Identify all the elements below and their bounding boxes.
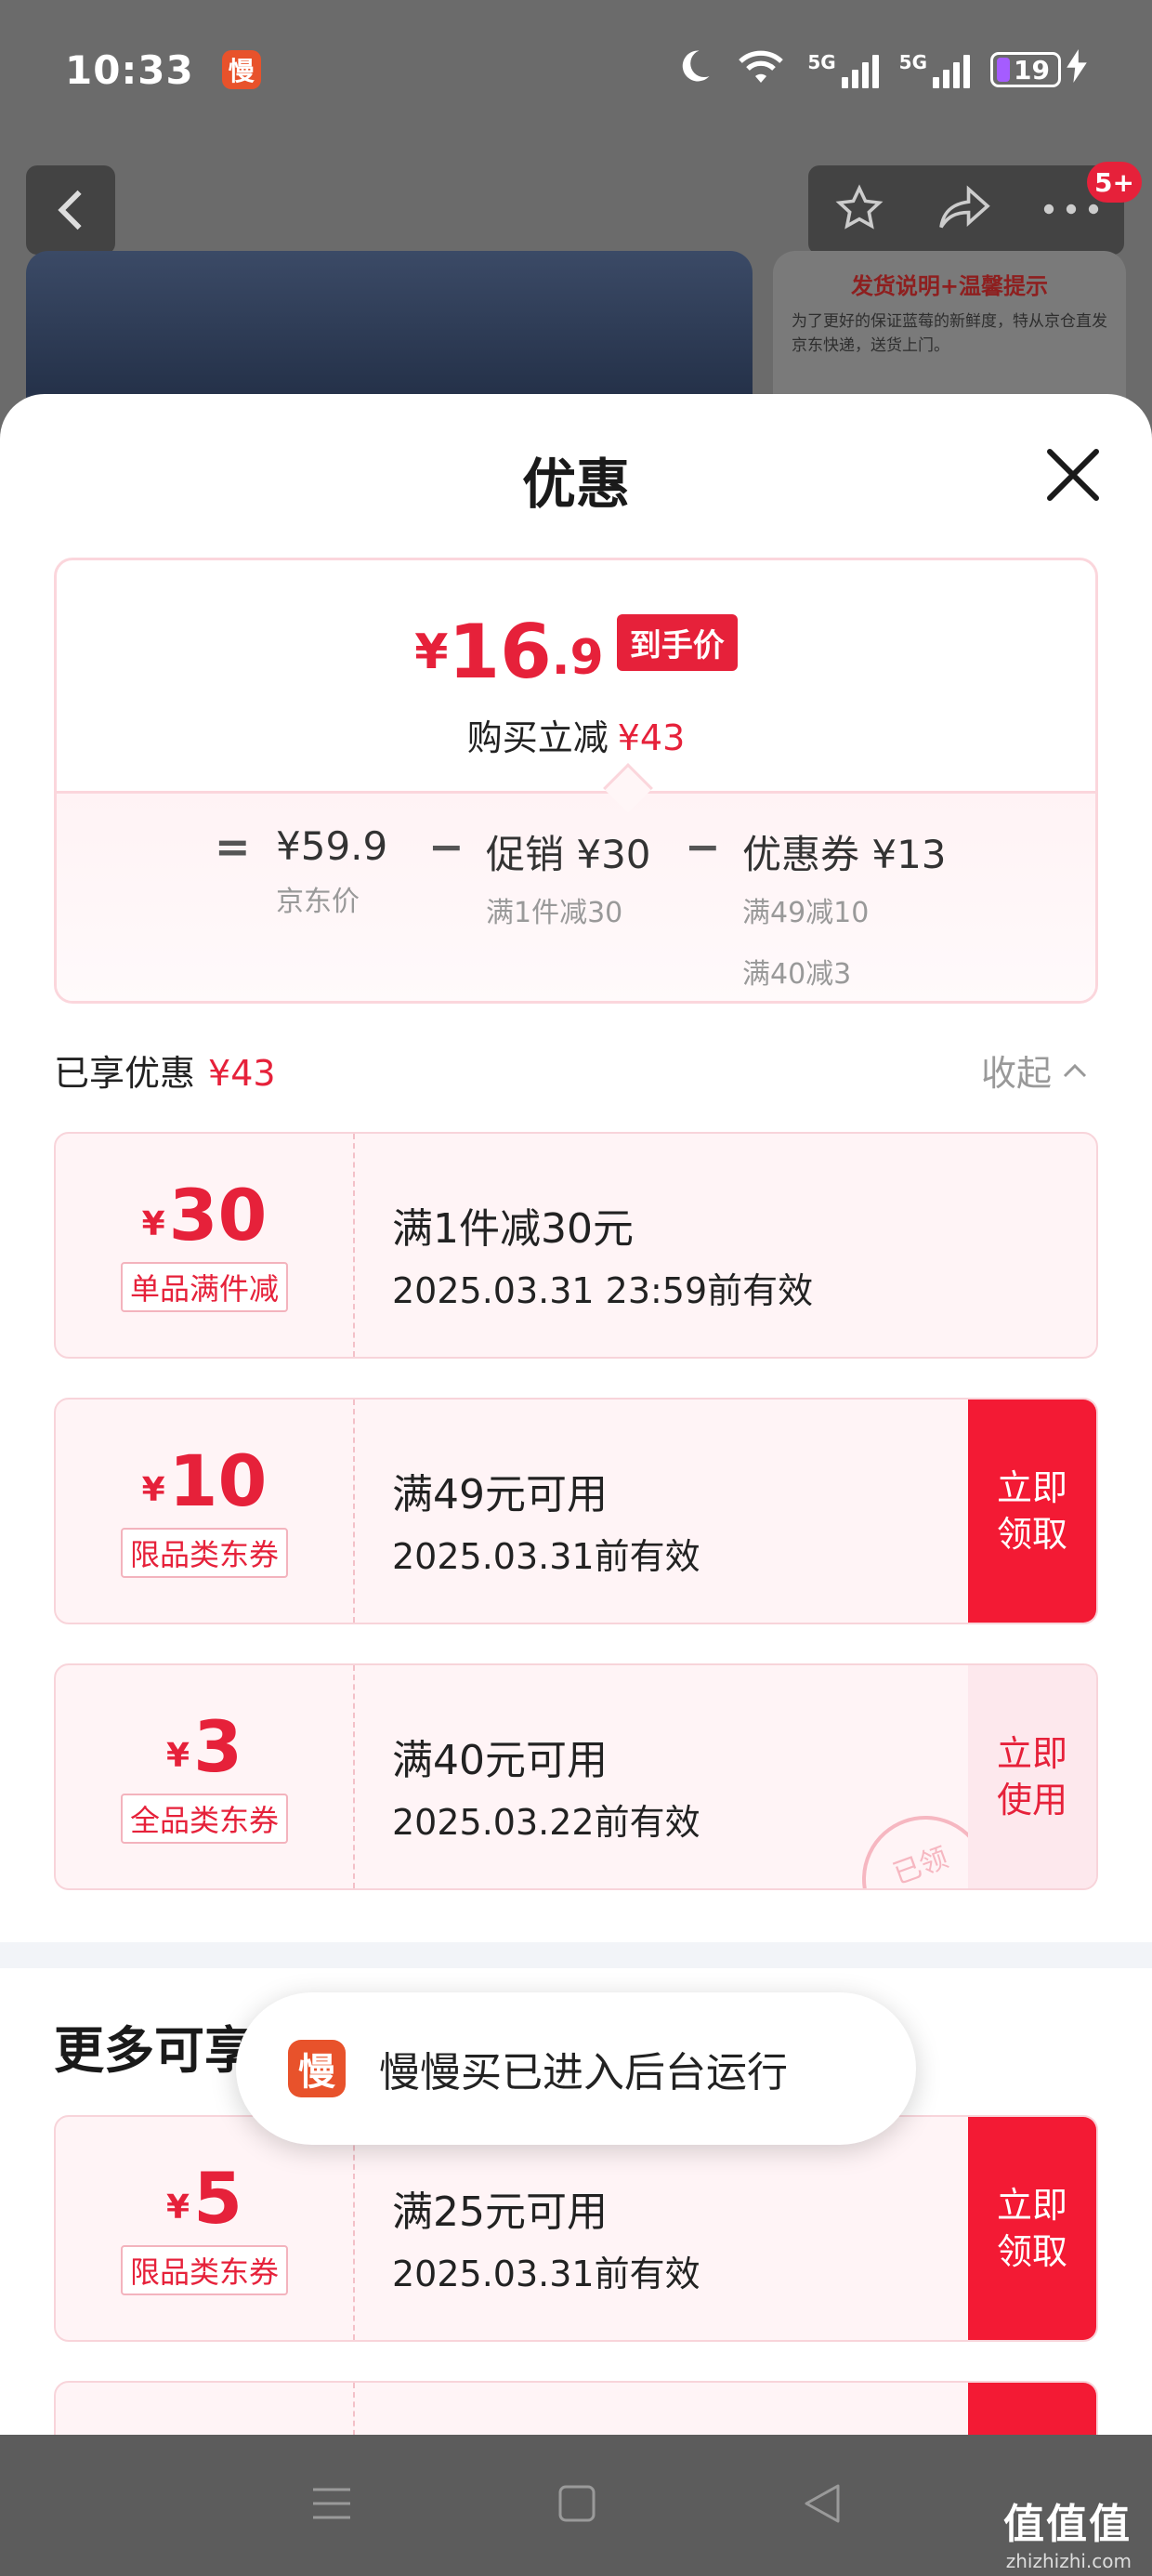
collapse-button[interactable]: 收起: [981, 1045, 1089, 1096]
moon-icon: [674, 46, 714, 94]
coupon-condition: 满49元可用: [392, 1471, 608, 1518]
close-icon: [1047, 449, 1099, 501]
signal-icon-1: 5G: [807, 51, 879, 88]
chevron-up-icon: [1063, 1063, 1087, 1077]
claim-coupon-button-partial[interactable]: [968, 2383, 1096, 2435]
coupon-card-partial: [54, 2381, 1098, 2435]
status-bar: 10:33 慢 5G 5G 19: [0, 0, 1152, 139]
status-icons: 5G 5G 19: [674, 46, 1087, 94]
more-discounts-title: 更多可享: [54, 2021, 255, 2080]
info-image-title: 发货说明+温馨提示: [850, 273, 1049, 299]
notification-badge: 5+: [1087, 162, 1142, 203]
background-toast: 慢 慢慢买已进入后台运行: [236, 1992, 916, 2145]
coupon-amount: ¥5: [166, 2157, 242, 2240]
wifi-icon: [735, 46, 787, 94]
coupon-condition: 满1件减30元: [392, 1205, 634, 1253]
coupon-discount: 优惠券 ¥13 满49减10 满40减3: [742, 832, 947, 991]
jd-price: ¥59.9 京东价: [276, 823, 388, 918]
sheet-title: 优惠: [521, 453, 630, 516]
final-price-tag: 到手价: [616, 614, 738, 671]
toast-text: 慢慢买已进入后台运行: [379, 2049, 788, 2096]
promo-discount: 促销 ¥30 满1件减30: [486, 832, 651, 929]
coupon-card: ¥3 全品类东券 满40元可用 2025.03.22前有效 已领 立即使用: [54, 1663, 1098, 1890]
more-icon[interactable]: [1043, 202, 1099, 219]
price-summary-card: ¥ 16 .9 到手价 购买立减 ¥43 = ¥59.9 京东价 − 促销 ¥30…: [54, 558, 1098, 1004]
battery-level: 19: [1014, 54, 1050, 85]
coupon-amount: ¥3: [166, 1705, 242, 1788]
coupon-type-tag: 限品类东券: [120, 1528, 288, 1578]
coupon-condition: 满40元可用: [392, 1737, 608, 1784]
coupon-condition: 满25元可用: [392, 2188, 608, 2236]
share-icon[interactable]: [936, 185, 992, 235]
coupon-amount: ¥30: [141, 1174, 268, 1256]
nav-actions: [808, 165, 1124, 255]
coupon-validity: 2025.03.31 23:59前有效: [392, 1270, 814, 1311]
total-discount: 购买立减 ¥43: [466, 717, 686, 758]
minus-sign: −: [428, 821, 465, 872]
toast-app-icon: 慢: [288, 2040, 346, 2097]
status-time: 10:33: [65, 46, 194, 93]
coupon-validity: 2025.03.31前有效: [392, 1536, 700, 1577]
system-navigation-bar: [0, 2435, 1152, 2576]
back-triangle-icon[interactable]: [801, 2482, 842, 2529]
minus-sign-2: −: [685, 821, 721, 872]
coupon-type-tag: 全品类东券: [120, 1794, 288, 1844]
discount-sheet: 优惠 ¥ 16 .9 到手价 购买立减 ¥43 = ¥59.9 京东价 − 促销 …: [0, 394, 1152, 2435]
claim-coupon-button[interactable]: 立即领取: [968, 2117, 1096, 2340]
menu-icon[interactable]: [310, 2485, 353, 2526]
coupon-card: ¥10 限品类东券 满49元可用 2025.03.31前有效 立即领取: [54, 1398, 1098, 1624]
watermark: 值值值 zhizhizhi.com: [1003, 2501, 1132, 2572]
coupon-card: ¥5 限品类东券 满25元可用 2025.03.31前有效 立即领取: [54, 2115, 1098, 2342]
coupon-validity: 2025.03.31前有效: [392, 2254, 700, 2294]
home-icon[interactable]: [557, 2484, 596, 2527]
coupon-type-tag: 单品满件减: [120, 1262, 288, 1312]
enjoyed-discount: 已享优惠 ¥43: [54, 1053, 276, 1094]
coupon-validity: 2025.03.22前有效: [392, 1802, 700, 1843]
claim-coupon-button[interactable]: 立即领取: [968, 1400, 1096, 1623]
close-button[interactable]: [1041, 442, 1106, 507]
battery-indicator: 19: [990, 49, 1087, 90]
coupon-amount: ¥10: [141, 1439, 268, 1522]
coupon-card: ¥30 单品满件减 满1件减30元 2025.03.31 23:59前有效: [54, 1132, 1098, 1359]
use-coupon-button[interactable]: 立即使用: [968, 1665, 1096, 1888]
signal-icon-2: 5G: [899, 51, 970, 88]
app-notification-icon: 慢: [221, 50, 261, 89]
charging-icon: [1067, 49, 1087, 90]
star-icon[interactable]: [833, 183, 885, 237]
coupon-type-tag: 限品类东券: [120, 2245, 288, 2295]
info-image-text: 为了更好的保证蓝莓的新鲜度，特从京仓直发京东快递，送货上门。: [792, 312, 1107, 355]
section-divider: [0, 1942, 1152, 1968]
equals-sign: =: [215, 821, 251, 872]
chevron-left-icon: [58, 190, 82, 230]
back-button[interactable]: [26, 165, 115, 255]
final-price: ¥ 16 .9 到手价: [57, 614, 1095, 690]
price-breakdown: = ¥59.9 京东价 − 促销 ¥30 满1件减30 − 优惠券 ¥13 满4…: [57, 791, 1095, 1001]
